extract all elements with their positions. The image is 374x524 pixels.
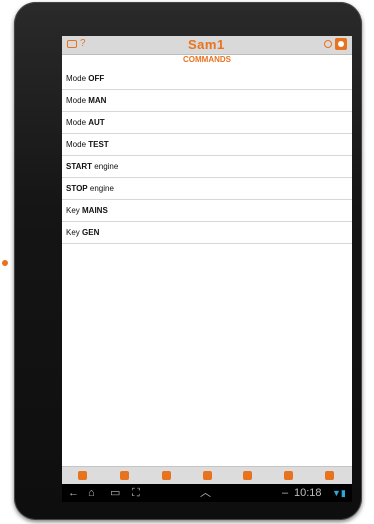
command-stop-engine[interactable]: STOP engine — [62, 178, 352, 200]
command-prefix: Mode — [66, 140, 89, 149]
command-key-mains[interactable]: Key MAINS — [62, 200, 352, 222]
command-prefix: Key — [66, 228, 83, 237]
command-value: GEN — [82, 228, 100, 237]
command-value: TEST — [88, 140, 109, 149]
recents-icon[interactable]: ▭ — [110, 486, 120, 500]
command-value: MAN — [88, 96, 107, 105]
command-key-gen[interactable]: Key GEN — [62, 222, 352, 244]
command-prefix: STOP — [66, 184, 88, 193]
command-value: engine — [92, 162, 119, 171]
system-clock: 10:18 — [294, 487, 322, 499]
nav-icon-6[interactable] — [284, 471, 293, 480]
user-icon[interactable] — [335, 38, 347, 50]
command-start-engine[interactable]: START engine — [62, 156, 352, 178]
back-icon[interactable]: ← — [68, 486, 79, 500]
command-prefix: START — [66, 162, 93, 171]
command-mode-man[interactable]: Mode MAN — [62, 90, 352, 112]
nav-icon-2[interactable] — [120, 471, 129, 480]
bottom-nav-bar — [62, 466, 352, 485]
command-value: AUT — [88, 118, 105, 127]
command-prefix: Mode — [66, 118, 89, 127]
indicator-dot — [2, 260, 8, 266]
status-circle-icon[interactable] — [324, 40, 332, 48]
home-icon[interactable] — [78, 471, 87, 480]
command-prefix: Mode — [66, 74, 89, 83]
chat-icon[interactable] — [67, 40, 77, 48]
nav-icon-7[interactable] — [325, 471, 334, 480]
command-prefix: Key — [66, 206, 83, 215]
tablet-device: ? Sam1 COMMANDS Mode OFF Mode MAN Mode A… — [14, 2, 362, 520]
command-mode-test[interactable]: Mode TEST — [62, 134, 352, 156]
system-bar: ← ⌂ ▭ ⛶ ︿ – 10:18 ▼▮ — [62, 484, 352, 502]
nav-icon-5[interactable] — [243, 471, 252, 480]
page-title: COMMANDS — [183, 55, 231, 64]
command-value: MAINS — [82, 206, 108, 215]
wifi-battery-icon: ▼▮ — [332, 488, 346, 498]
tablet-screen: ? Sam1 COMMANDS Mode OFF Mode MAN Mode A… — [62, 36, 352, 502]
screenshot-icon[interactable]: ⛶ — [132, 486, 140, 500]
help-icon[interactable]: ? — [80, 38, 86, 50]
nav-icon-3[interactable] — [162, 471, 171, 480]
command-mode-off[interactable]: Mode OFF — [62, 68, 352, 90]
chevron-up-icon[interactable]: ︿ — [200, 486, 211, 500]
app-brand-logo: Sam1 — [188, 37, 225, 52]
command-mode-aut[interactable]: Mode AUT — [62, 112, 352, 134]
nav-icon-4[interactable] — [203, 471, 212, 480]
app-top-bar: ? Sam1 — [62, 36, 352, 55]
home-system-icon[interactable]: ⌂ — [88, 486, 95, 500]
dash-separator: – — [282, 487, 289, 499]
commands-list: Mode OFF Mode MAN Mode AUT Mode TEST STA… — [62, 68, 352, 244]
command-value: engine — [87, 184, 114, 193]
command-value: OFF — [88, 74, 105, 83]
command-prefix: Mode — [66, 96, 89, 105]
